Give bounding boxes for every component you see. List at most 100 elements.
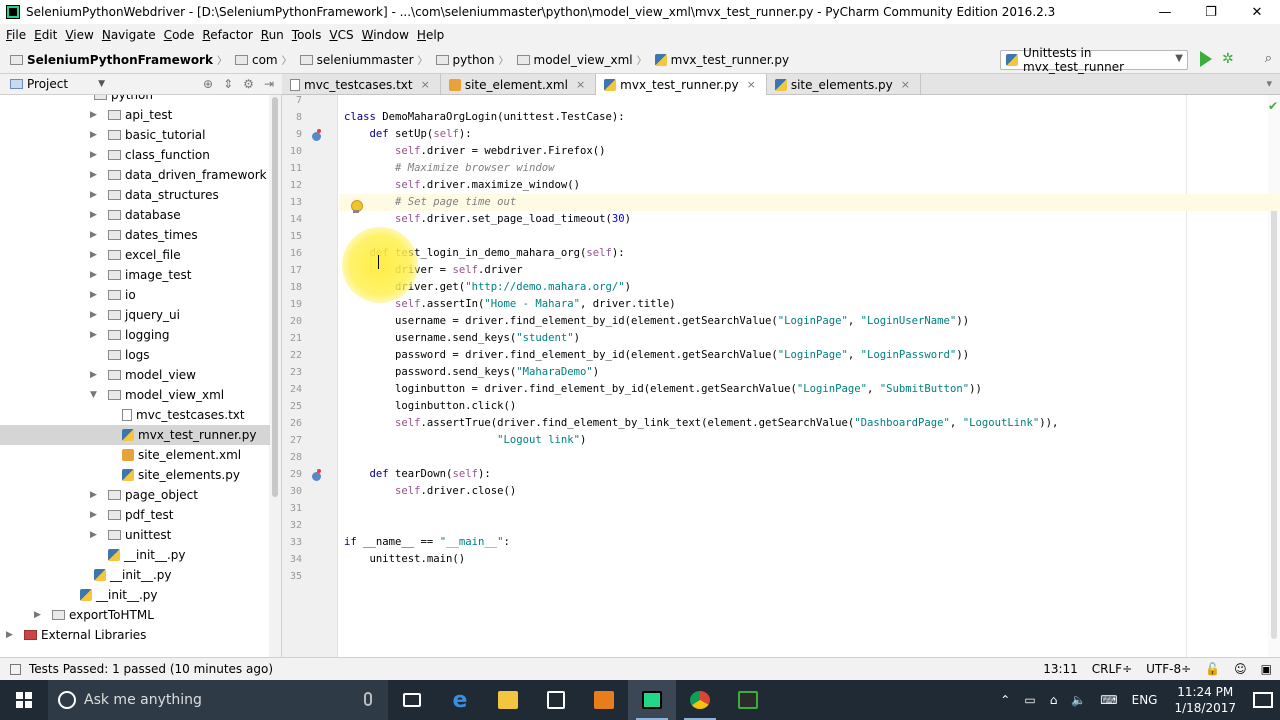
search-icon[interactable]: ⌕ (1265, 51, 1272, 66)
menu-window[interactable]: Window (358, 28, 413, 42)
tree-scrollbar[interactable] (269, 95, 281, 657)
tree-item[interactable]: ▶ exportToHTML (0, 605, 270, 625)
tab-list-icon[interactable]: ▾ (1266, 77, 1272, 90)
breadcrumb-item[interactable]: model_view_xml 〉 (515, 52, 653, 67)
scroll-from-source-icon[interactable]: ⊕ (203, 77, 213, 91)
code-line[interactable]: self.driver = webdriver.Firefox() (344, 145, 605, 157)
code-line[interactable]: username = driver.find_element_by_id(ele… (344, 315, 969, 327)
expand-arrow-icon[interactable]: ▶ (6, 630, 18, 640)
code-editor[interactable]: ✔ 7 8 class DemoMaharaOrgLogin(unittest.Te… (282, 95, 1280, 657)
override-method-icon[interactable] (312, 129, 321, 141)
menu-view[interactable]: View (61, 28, 97, 42)
expand-arrow-icon[interactable]: ▶ (90, 290, 102, 300)
tree-item[interactable]: __init__.py (0, 565, 270, 585)
expand-arrow-icon[interactable]: ▶ (90, 170, 102, 180)
tree-item[interactable]: ▶ api_test (0, 105, 270, 125)
code-line[interactable]: class DemoMaharaOrgLogin(unittest.TestCa… (344, 111, 625, 123)
code-line[interactable]: self.driver.maximize_window() (344, 179, 580, 191)
store-icon[interactable] (532, 680, 580, 720)
close-tab-icon[interactable]: × (421, 78, 430, 91)
expand-arrow-icon[interactable]: ▶ (90, 530, 102, 540)
tree-item[interactable]: ▶ class_function (0, 145, 270, 165)
run-configuration-select[interactable]: Unittests in mvx_test_runner ▼ (1000, 46, 1188, 74)
tree-item[interactable]: ▼ model_view_xml (0, 385, 270, 405)
tree-item[interactable]: ▶ database (0, 205, 270, 225)
breadcrumb-item[interactable]: com 〉 (233, 52, 298, 67)
tree-item[interactable]: __init__.py (0, 545, 270, 565)
tree-item[interactable]: ▶ excel_file (0, 245, 270, 265)
chrome-icon[interactable] (676, 680, 724, 720)
media-player-icon[interactable] (580, 680, 628, 720)
editor-tab[interactable]: mvc_testcases.txt × (282, 74, 441, 95)
expanded-arrow-icon[interactable]: ▼ (90, 390, 102, 400)
inspector-icon[interactable]: ☺ (1234, 662, 1247, 676)
breadcrumb-item[interactable]: SeleniumPythonFramework 〉 (8, 52, 233, 67)
cortana-search-box[interactable]: Ask me anything (48, 680, 388, 720)
edge-icon[interactable]: e (436, 680, 484, 720)
battery-icon[interactable]: ▭ (1024, 693, 1035, 707)
code-line[interactable]: def tearDown(self): (344, 468, 491, 480)
code-line[interactable]: self.driver.set_page_load_timeout(30) (344, 213, 631, 225)
menu-tools[interactable]: Tools (288, 28, 326, 42)
editor-tab[interactable]: mvx_test_runner.py × (596, 74, 767, 95)
lock-icon[interactable]: 🔓 (1205, 662, 1220, 676)
menu-file[interactable]: File (2, 28, 30, 42)
chevron-up-icon[interactable]: ⌃ (1000, 693, 1010, 707)
keyboard-icon[interactable]: ⌨ (1100, 693, 1117, 707)
tool-windows-icon[interactable] (10, 663, 21, 675)
breadcrumb-item[interactable]: python 〉 (434, 52, 515, 67)
clock[interactable]: 11:24 PM 1/18/2017 (1174, 684, 1236, 716)
menu-navigate[interactable]: Navigate (98, 28, 160, 42)
tree-item[interactable]: ▶ model_view (0, 365, 270, 385)
expand-arrow-icon[interactable]: ▶ (90, 370, 102, 380)
breadcrumb-item[interactable]: seleniummaster 〉 (298, 52, 434, 67)
gear-icon[interactable]: ⚙ (243, 77, 254, 91)
editor-tab[interactable]: site_element.xml × (441, 74, 597, 95)
code-line[interactable]: unittest.main() (344, 553, 466, 565)
expand-arrow-icon[interactable]: ▶ (90, 330, 102, 340)
run-icon[interactable] (1200, 51, 1212, 67)
code-line[interactable]: "Logout link") (344, 434, 586, 446)
microphone-icon[interactable] (364, 692, 372, 706)
tree-item[interactable]: python (0, 95, 270, 105)
code-line[interactable]: username.send_keys("student") (344, 332, 580, 344)
expand-arrow-icon[interactable]: ▶ (90, 110, 102, 120)
menu-vcs[interactable]: VCS (325, 28, 357, 42)
expand-arrow-icon[interactable]: ▶ (90, 270, 102, 280)
tree-item[interactable]: ▶ logging (0, 325, 270, 345)
tree-item[interactable]: ▶ pdf_test (0, 505, 270, 525)
network-icon[interactable]: ⌂ (1050, 693, 1058, 707)
file-explorer-icon[interactable] (484, 680, 532, 720)
language-indicator[interactable]: ENG (1132, 693, 1158, 707)
tree-item[interactable]: ▶ jquery_ui (0, 305, 270, 325)
minimize-button[interactable]: — (1142, 0, 1188, 24)
menu-refactor[interactable]: Refactor (198, 28, 256, 42)
tree-item[interactable]: site_elements.py (0, 465, 270, 485)
pycharm-taskbar-icon[interactable] (628, 680, 676, 720)
tree-item[interactable]: logs (0, 345, 270, 365)
action-center-icon[interactable] (1253, 692, 1273, 708)
menu-code[interactable]: Code (160, 28, 199, 42)
expand-arrow-icon[interactable]: ▶ (90, 130, 102, 140)
event-log-icon[interactable]: ▣ (1261, 662, 1272, 676)
tree-item[interactable]: mvx_test_runner.py (0, 425, 270, 445)
tree-item[interactable]: ▶ dates_times (0, 225, 270, 245)
code-line[interactable]: # Maximize browser window (344, 162, 554, 174)
code-line[interactable]: password.send_keys("MaharaDemo") (344, 366, 599, 378)
debug-icon[interactable]: ✲ (1222, 51, 1238, 67)
line-separator[interactable]: CRLF÷ (1092, 662, 1132, 676)
caret-position[interactable]: 13:11 (1043, 662, 1078, 676)
tree-item[interactable]: ▶ image_test (0, 265, 270, 285)
close-tab-icon[interactable]: × (901, 78, 910, 91)
tree-item[interactable]: ▶ io (0, 285, 270, 305)
project-view-select[interactable]: Project ▼ (10, 77, 105, 91)
expand-arrow-icon[interactable]: ▶ (90, 190, 102, 200)
tree-item[interactable]: ▶ data_driven_framework (0, 165, 270, 185)
override-method-icon[interactable] (312, 469, 321, 481)
code-line[interactable]: # Set page time out (344, 196, 516, 208)
tree-item[interactable]: site_element.xml (0, 445, 270, 465)
code-line[interactable]: loginbutton = driver.find_element_by_id(… (344, 383, 982, 395)
tree-item[interactable]: ▶ page_object (0, 485, 270, 505)
hide-panel-icon[interactable]: ⇥ (264, 77, 274, 91)
expand-arrow-icon[interactable]: ▶ (90, 250, 102, 260)
